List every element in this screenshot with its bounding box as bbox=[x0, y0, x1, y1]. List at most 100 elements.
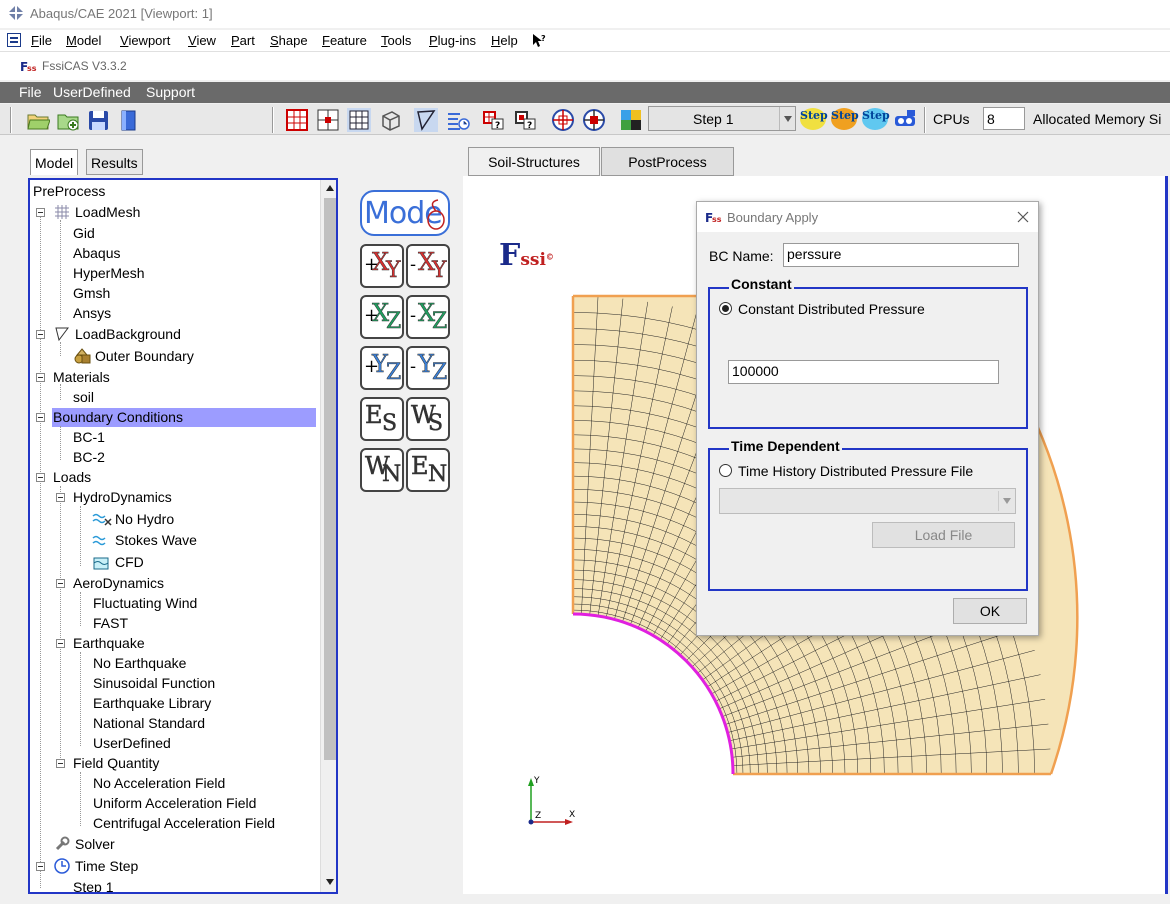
wireframe-cube-icon[interactable] bbox=[378, 108, 402, 132]
pressure-file-select[interactable] bbox=[719, 488, 1016, 514]
tab-soil-structures[interactable]: Soil-Structures bbox=[468, 147, 600, 176]
ok-button[interactable]: OK bbox=[953, 598, 1027, 624]
menu-part[interactable]: Part bbox=[231, 33, 255, 48]
tree-item-bc-2[interactable]: BC-2 bbox=[73, 449, 105, 465]
menu-viewport[interactable]: Viewport bbox=[120, 33, 170, 48]
mode-button[interactable]: Mode bbox=[360, 190, 450, 236]
menu-plugins[interactable]: Plug-ins bbox=[429, 33, 476, 48]
collapse-icon[interactable] bbox=[36, 413, 45, 422]
context-help-icon[interactable]: ? bbox=[532, 33, 546, 48]
close-icon[interactable] bbox=[1017, 211, 1029, 223]
tree-item-earthquake-library[interactable]: Earthquake Library bbox=[93, 695, 211, 711]
time-history-icon[interactable] bbox=[446, 108, 470, 132]
view-minus-xz-button[interactable]: -XZ bbox=[406, 295, 450, 339]
tree-item-loadbackground[interactable]: LoadBackground bbox=[75, 326, 181, 342]
view-plus-yz-button[interactable]: + Y Z bbox=[360, 346, 404, 390]
tree-item-no-earthquake[interactable]: No Earthquake bbox=[93, 655, 186, 671]
chevron-down-icon[interactable] bbox=[998, 489, 1016, 513]
fssi-menu-file[interactable]: File bbox=[19, 84, 42, 100]
tree-item-loadmesh[interactable]: LoadMesh bbox=[75, 204, 140, 220]
tab-postprocess[interactable]: PostProcess bbox=[601, 147, 734, 176]
view-plus-xz-button[interactable]: + X Z bbox=[360, 295, 404, 339]
tree-item-gid[interactable]: Gid bbox=[73, 225, 95, 241]
menu-feature[interactable]: Feature bbox=[322, 33, 367, 48]
load-file-button[interactable]: Load File bbox=[872, 522, 1015, 548]
collapse-icon[interactable] bbox=[36, 208, 45, 217]
collapse-icon[interactable] bbox=[36, 373, 45, 382]
tree-item-centrifugal-acceleration-field[interactable]: Centrifugal Acceleration Field bbox=[93, 815, 275, 831]
menu-shape[interactable]: Shape bbox=[270, 33, 308, 48]
mesh-red-grid-icon[interactable] bbox=[285, 108, 309, 132]
tree-item-uniform-acceleration-field[interactable]: Uniform Acceleration Field bbox=[93, 795, 256, 811]
open-folder-icon[interactable] bbox=[26, 108, 50, 132]
collapse-icon[interactable] bbox=[56, 493, 65, 502]
mesh-element-icon[interactable] bbox=[347, 108, 371, 132]
node-query-icon[interactable]: ? bbox=[482, 108, 506, 132]
node-locate-icon[interactable] bbox=[551, 108, 575, 132]
tree-item-ansys[interactable]: Ansys bbox=[73, 305, 111, 321]
tree-item-national-standard[interactable]: National Standard bbox=[93, 715, 205, 731]
fssi-menu-support[interactable]: Support bbox=[146, 84, 195, 100]
tree-item-fast[interactable]: FAST bbox=[93, 615, 128, 631]
tree-item-field-quantity[interactable]: Field Quantity bbox=[73, 755, 159, 771]
tree-item-solver[interactable]: Solver bbox=[75, 836, 115, 852]
menu-model[interactable]: Model bbox=[66, 33, 101, 48]
mesh-node-icon[interactable] bbox=[316, 108, 340, 132]
tree-scrollbar[interactable] bbox=[320, 180, 336, 892]
book-icon[interactable] bbox=[116, 108, 140, 132]
constant-pressure-input[interactable]: 100000 bbox=[728, 360, 999, 384]
tree-item-cfd[interactable]: CFD bbox=[115, 554, 144, 570]
time-history-radio[interactable] bbox=[719, 464, 732, 477]
collapse-icon[interactable] bbox=[56, 579, 65, 588]
menu-file[interactable]: File bbox=[31, 33, 52, 48]
tree-item-fluctuating-wind[interactable]: Fluctuating Wind bbox=[93, 595, 197, 611]
tree-item-gmsh[interactable]: Gmsh bbox=[73, 285, 110, 301]
tree-item-no-hydro[interactable]: No Hydro bbox=[115, 511, 174, 527]
tree-item-sinusoidal-function[interactable]: Sinusoidal Function bbox=[93, 675, 215, 691]
tree-item-soil[interactable]: soil bbox=[73, 389, 94, 405]
new-project-icon[interactable] bbox=[56, 108, 80, 132]
tree-item-earthquake[interactable]: Earthquake bbox=[73, 635, 145, 651]
collapse-icon[interactable] bbox=[36, 330, 45, 339]
scroll-up-icon[interactable] bbox=[325, 184, 335, 192]
cpus-input[interactable]: 8 bbox=[983, 107, 1025, 130]
tree-item-loads[interactable]: Loads bbox=[53, 469, 91, 485]
boundary-select-icon[interactable] bbox=[414, 108, 438, 132]
tree-item-outer-boundary[interactable]: Outer Boundary bbox=[95, 348, 194, 364]
menu-view[interactable]: View bbox=[188, 33, 216, 48]
menu-tools[interactable]: Tools bbox=[381, 33, 411, 48]
chevron-down-icon[interactable] bbox=[779, 107, 795, 130]
tree-item-userdefined[interactable]: UserDefined bbox=[93, 735, 171, 751]
tree-item-aerodynamics[interactable]: AeroDynamics bbox=[73, 575, 164, 591]
view-minus-yz-button[interactable]: -YZ bbox=[406, 346, 450, 390]
view-dir-es-button[interactable]: ES bbox=[360, 397, 404, 441]
collapse-icon[interactable] bbox=[56, 759, 65, 768]
tree-item-boundary-conditions[interactable]: Boundary Conditions bbox=[53, 409, 183, 425]
collapse-icon[interactable] bbox=[36, 862, 45, 871]
tab-model[interactable]: Model bbox=[30, 149, 79, 175]
save-icon[interactable] bbox=[86, 108, 110, 132]
color-palette-icon[interactable] bbox=[619, 108, 643, 132]
menu-help[interactable]: Help bbox=[491, 33, 518, 48]
tree-item-stokes-wave[interactable]: Stokes Wave bbox=[115, 532, 197, 548]
view-plus-xy-button[interactable]: + X Y bbox=[360, 244, 404, 288]
step-select[interactable]: Step 1 bbox=[648, 106, 796, 131]
collapse-icon[interactable] bbox=[36, 473, 45, 482]
tree-item-abaqus[interactable]: Abaqus bbox=[73, 245, 120, 261]
tab-results[interactable]: Results bbox=[86, 149, 143, 175]
tree-root[interactable]: PreProcess bbox=[33, 183, 105, 199]
view-minus-xy-button[interactable]: -XY bbox=[406, 244, 450, 288]
element-query-icon[interactable]: ? bbox=[514, 108, 538, 132]
tree-item-no-acceleration-field[interactable]: No Acceleration Field bbox=[93, 775, 225, 791]
tree-item-materials[interactable]: Materials bbox=[53, 369, 110, 385]
submit-job-icon[interactable] bbox=[893, 108, 919, 130]
constant-pressure-radio[interactable] bbox=[719, 302, 732, 315]
tree-item-step-1[interactable]: Step 1 bbox=[73, 879, 113, 892]
tree-item-hypermesh[interactable]: HyperMesh bbox=[73, 265, 145, 281]
scroll-down-icon[interactable] bbox=[325, 878, 335, 886]
fssi-menu-userdefined[interactable]: UserDefined bbox=[53, 84, 131, 100]
tree-item-hydrodynamics[interactable]: HydroDynamics bbox=[73, 489, 172, 505]
collapse-icon[interactable] bbox=[56, 639, 65, 648]
tree-scrollbar-thumb[interactable] bbox=[324, 198, 336, 760]
bc-name-input[interactable]: perssure bbox=[783, 243, 1019, 267]
